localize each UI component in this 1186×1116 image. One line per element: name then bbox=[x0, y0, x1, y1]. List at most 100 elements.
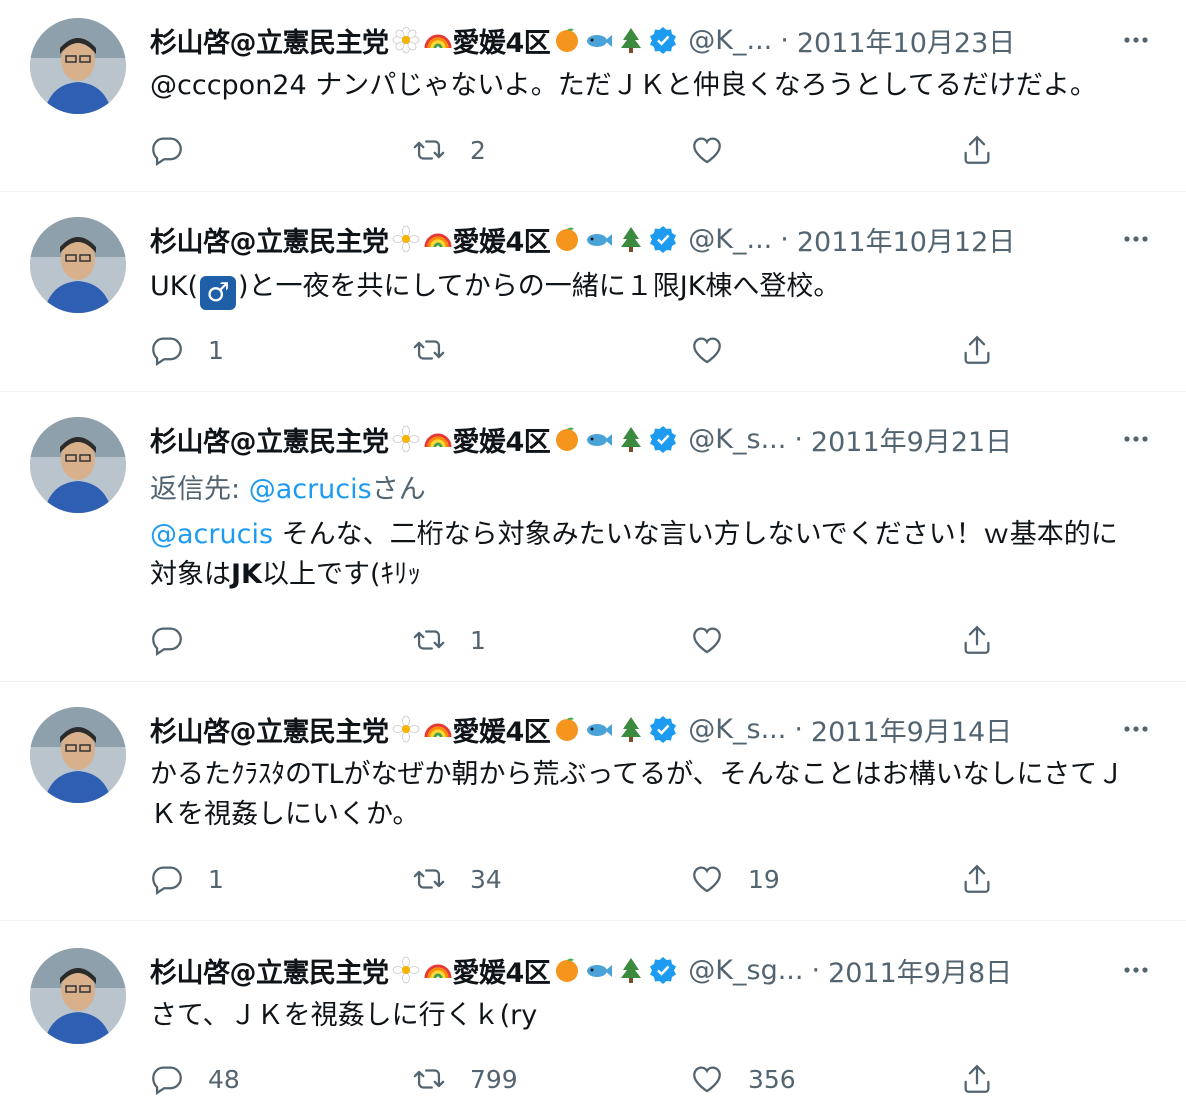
share-button[interactable] bbox=[960, 620, 994, 660]
tweet-feed: 杉山啓@立憲民主党 愛媛4区 @K_... · 2011年10月23日 @ccc… bbox=[0, 0, 1186, 1116]
like-button[interactable]: 356 bbox=[690, 1059, 796, 1099]
share-button[interactable] bbox=[960, 330, 994, 370]
tweet[interactable]: 杉山啓@立憲民主党 愛媛4区 @K_s... · 2011年9月21日 返信先:… bbox=[0, 393, 1186, 682]
tweet[interactable]: 杉山啓@立憲民主党 愛媛4区 @K_... · 2011年10月23日 @ccc… bbox=[0, 0, 1186, 192]
like-button[interactable] bbox=[690, 330, 748, 370]
display-name-suffix[interactable]: 愛媛4区 bbox=[453, 420, 551, 459]
retweet-count: 2 bbox=[470, 135, 486, 165]
tweet-header: 杉山啓@立憲民主党 愛媛4区 @K_... · 2011年10月12日 bbox=[150, 219, 1156, 259]
heart-icon bbox=[693, 137, 721, 164]
more-options-icon[interactable] bbox=[1116, 950, 1156, 990]
display-name[interactable]: 杉山啓@立憲民主党 bbox=[150, 710, 389, 749]
tweet[interactable]: 杉山啓@立憲民主党 愛媛4区 @K_sg... · 2011年9月8日 さて、Ｊ… bbox=[0, 922, 1186, 1116]
tweet-text: さて、ＪＫを視姦しに行くｋ(ry bbox=[150, 996, 1156, 1036]
avatar[interactable] bbox=[30, 707, 126, 803]
reply-count: 48 bbox=[208, 1064, 240, 1094]
tweet-text-line: 対象はJK以上です(ｷﾘｯ bbox=[150, 555, 1156, 595]
share-icon bbox=[964, 625, 990, 654]
replying-to: 返信先: @acrucisさん bbox=[150, 467, 426, 506]
retweet-button[interactable] bbox=[412, 330, 470, 370]
user-handle[interactable]: @K_... bbox=[688, 25, 772, 56]
retweet-icon bbox=[413, 869, 445, 889]
tree-icon bbox=[616, 25, 646, 55]
like-count: 356 bbox=[748, 1064, 796, 1094]
display-name-suffix[interactable]: 愛媛4区 bbox=[453, 951, 551, 990]
retweet-count: 799 bbox=[470, 1064, 518, 1094]
display-name-suffix[interactable]: 愛媛4区 bbox=[453, 21, 551, 60]
reply-count: 1 bbox=[208, 864, 224, 894]
display-name-suffix[interactable]: 愛媛4区 bbox=[453, 710, 551, 749]
retweet-button[interactable]: 799 bbox=[412, 1059, 518, 1099]
daisy-icon bbox=[391, 224, 421, 254]
tweet-date[interactable]: 2011年9月14日 bbox=[811, 710, 1012, 749]
user-handle[interactable]: @K_sg... bbox=[688, 955, 803, 986]
fish-icon bbox=[584, 25, 614, 55]
reply-button[interactable]: 1 bbox=[150, 330, 224, 370]
tweet-text-line: Ｋを視姦しにいくか。 bbox=[150, 799, 420, 830]
tweet-text-segment: 以上です(ｷﾘｯ bbox=[261, 559, 422, 590]
like-count: 19 bbox=[748, 864, 780, 894]
daisy-icon bbox=[391, 25, 421, 55]
more-options-icon[interactable] bbox=[1116, 709, 1156, 749]
reply-button[interactable] bbox=[150, 620, 208, 660]
avatar[interactable] bbox=[30, 948, 126, 1044]
more-options-icon[interactable] bbox=[1116, 419, 1156, 459]
tweet-header: 杉山啓@立憲民主党 愛媛4区 @K_... · 2011年10月23日 bbox=[150, 20, 1156, 60]
verified-badge-icon bbox=[648, 714, 678, 744]
avatar[interactable] bbox=[30, 217, 126, 313]
reply-button[interactable]: 1 bbox=[150, 859, 224, 899]
rainbow-icon bbox=[423, 224, 453, 254]
like-button[interactable]: 19 bbox=[690, 859, 780, 899]
tweet-header: 杉山啓@立憲民主党 愛媛4区 @K_sg... · 2011年9月8日 bbox=[150, 950, 1156, 990]
like-button[interactable] bbox=[690, 620, 748, 660]
user-handle[interactable]: @K_s... bbox=[688, 714, 786, 745]
orange-icon bbox=[552, 224, 582, 254]
display-name[interactable]: 杉山啓@立憲民主党 bbox=[150, 220, 389, 259]
heart-icon bbox=[693, 337, 721, 364]
tweet-text-segment: そんな、二桁なら対象みたいな言い方しないでください！ｗ基本的に bbox=[273, 519, 1118, 550]
like-button[interactable] bbox=[690, 130, 748, 170]
share-button[interactable] bbox=[960, 859, 994, 899]
retweet-icon bbox=[413, 630, 445, 650]
retweet-button[interactable]: 34 bbox=[412, 859, 502, 899]
fish-icon bbox=[584, 224, 614, 254]
share-button[interactable] bbox=[960, 130, 994, 170]
mention-link[interactable]: @acrucis bbox=[150, 519, 273, 550]
tweet[interactable]: 杉山啓@立憲民主党 愛媛4区 @K_s... · 2011年9月14日 かるたｸ… bbox=[0, 683, 1186, 921]
replying-to-handle[interactable]: @acrucis bbox=[249, 474, 372, 505]
share-icon bbox=[964, 1064, 990, 1093]
tweet[interactable]: 杉山啓@立憲民主党 愛媛4区 @K_... · 2011年10月12日 UK(♂… bbox=[0, 193, 1186, 392]
tweet-date[interactable]: 2011年10月23日 bbox=[797, 21, 1015, 60]
more-options-icon[interactable] bbox=[1116, 20, 1156, 60]
tweet-date[interactable]: 2011年10月12日 bbox=[797, 220, 1015, 259]
tweet-actions: 1 bbox=[150, 620, 1010, 660]
user-handle[interactable]: @K_... bbox=[688, 224, 772, 255]
separator-dot: · bbox=[794, 423, 803, 455]
tweet-date[interactable]: 2011年9月8日 bbox=[828, 951, 1012, 990]
reply-button[interactable] bbox=[150, 130, 208, 170]
display-name-suffix[interactable]: 愛媛4区 bbox=[453, 220, 551, 259]
display-name[interactable]: 杉山啓@立憲民主党 bbox=[150, 951, 389, 990]
tweet-date[interactable]: 2011年9月21日 bbox=[811, 420, 1012, 459]
retweet-button[interactable]: 2 bbox=[412, 130, 486, 170]
reply-icon bbox=[152, 337, 182, 366]
retweet-icon bbox=[413, 1069, 445, 1089]
verified-badge-icon bbox=[648, 224, 678, 254]
user-handle[interactable]: @K_s... bbox=[688, 424, 786, 455]
display-name[interactable]: 杉山啓@立憲民主党 bbox=[150, 420, 389, 459]
share-button[interactable] bbox=[960, 1059, 994, 1099]
reply-icon bbox=[152, 866, 182, 895]
retweet-icon bbox=[413, 140, 445, 160]
tweet-text-line: @cccpon24 ナンパじゃないよ。ただＪＫと仲良くなろうとしてるだけだよ。 bbox=[150, 70, 1097, 101]
reply-icon bbox=[152, 137, 182, 166]
tweet-text-line: @acrucis そんな、二桁なら対象みたいな言い方しないでください！ｗ基本的に bbox=[150, 515, 1156, 555]
tweet-text-post: )と一夜を共にしてからの一緒に１限JK棟へ登校。 bbox=[238, 271, 841, 302]
avatar[interactable] bbox=[30, 18, 126, 114]
avatar[interactable] bbox=[30, 417, 126, 513]
reply-button[interactable]: 48 bbox=[150, 1059, 240, 1099]
display-name[interactable]: 杉山啓@立憲民主党 bbox=[150, 21, 389, 60]
tweet-text-line: かるたｸﾗｽﾀのTLがなぜか朝から荒ぶってるが、そんなことはお構いなしにさてＪ bbox=[150, 759, 1125, 790]
more-options-icon[interactable] bbox=[1116, 219, 1156, 259]
retweet-button[interactable]: 1 bbox=[412, 620, 486, 660]
heart-icon bbox=[693, 1066, 721, 1093]
